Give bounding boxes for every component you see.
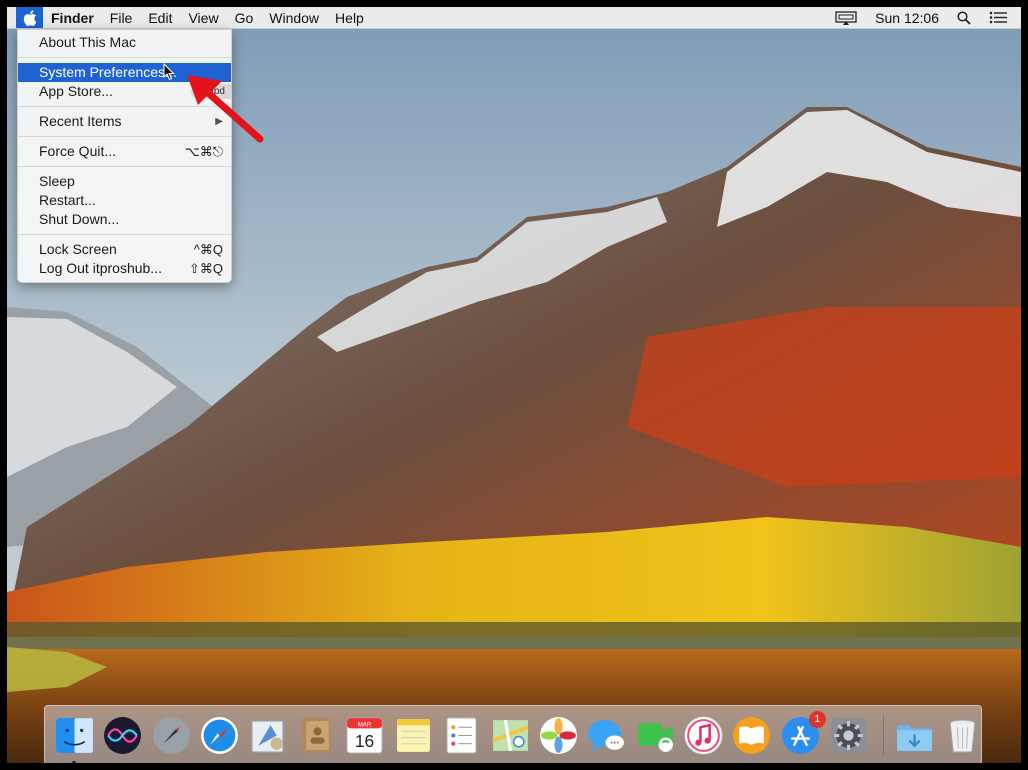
- menu-item-sleep[interactable]: Sleep: [18, 172, 231, 191]
- menu-view[interactable]: View: [180, 7, 226, 28]
- dock-item-messages[interactable]: [586, 715, 627, 756]
- app-menu-finder[interactable]: Finder: [43, 7, 102, 28]
- dock-item-notes[interactable]: [393, 715, 434, 756]
- menu-item-label: Force Quit...: [39, 143, 117, 159]
- shortcut-label: ^⌘Q: [193, 242, 223, 257]
- menu-bar: Finder File Edit View Go Window Help Sun…: [7, 7, 1021, 29]
- dock-item-photos[interactable]: [538, 715, 579, 756]
- siri-icon: [104, 716, 142, 754]
- facetime-icon: [637, 722, 673, 752]
- dock-item-app-store[interactable]: 1: [780, 710, 826, 756]
- dock-item-downloads[interactable]: [894, 715, 935, 756]
- messages-icon: [588, 719, 625, 752]
- menu-window[interactable]: Window: [261, 7, 327, 28]
- contacts-icon: [302, 717, 331, 753]
- menu-item-lock-screen[interactable]: Lock Screen ^⌘Q: [18, 240, 231, 259]
- photos-icon: [539, 716, 577, 754]
- menu-help[interactable]: Help: [327, 7, 372, 28]
- menu-go[interactable]: Go: [227, 7, 262, 28]
- system-preferences-icon: [831, 717, 867, 753]
- dock-item-finder[interactable]: [54, 715, 95, 763]
- desktop[interactable]: Finder File Edit View Go Window Help Sun…: [7, 7, 1021, 763]
- menu-edit[interactable]: Edit: [140, 7, 180, 28]
- dock-item-system-preferences[interactable]: [828, 715, 869, 756]
- notes-icon: [396, 718, 430, 752]
- dock-item-maps[interactable]: [490, 715, 531, 756]
- dock-item-reminders[interactable]: [441, 715, 482, 756]
- menu-item-label: Log Out itproshub...: [39, 260, 162, 276]
- dock-item-contacts[interactable]: [296, 715, 337, 756]
- safari-icon: [201, 716, 239, 754]
- app-store-update-badge: 1: [808, 710, 826, 728]
- shortcut-label: ⇧⌘Q: [188, 261, 223, 276]
- maps-icon: [491, 719, 529, 751]
- menu-item-label: Restart...: [39, 192, 96, 208]
- calendar-icon: MAR 16: [347, 717, 383, 753]
- dock-item-ibooks[interactable]: [731, 715, 772, 756]
- dock-item-siri[interactable]: [102, 715, 143, 756]
- menu-item-log-out[interactable]: Log Out itproshub... ⇧⌘Q: [18, 259, 231, 278]
- menu-separator: [18, 234, 231, 235]
- menu-file[interactable]: File: [102, 7, 141, 28]
- apple-menu-button[interactable]: [16, 7, 43, 28]
- dock-item-trash[interactable]: [942, 715, 983, 756]
- apple-icon: [23, 9, 36, 26]
- mouse-cursor-icon: [163, 63, 175, 81]
- menu-item-label: Sleep: [39, 173, 75, 189]
- notification-center-icon[interactable]: [980, 7, 1021, 28]
- launchpad-icon: [152, 716, 190, 754]
- dock-separator: [882, 714, 884, 756]
- trash-icon: [949, 719, 976, 752]
- running-indicator: [72, 760, 76, 763]
- itunes-icon: [684, 716, 723, 754]
- calendar-month: MAR: [358, 721, 372, 728]
- menu-item-label: Lock Screen: [39, 241, 117, 257]
- ibooks-icon: [733, 716, 771, 754]
- menu-item-label: Recent Items: [39, 113, 122, 129]
- dock: MAR 16 1: [44, 705, 982, 763]
- finder-icon: [56, 717, 93, 753]
- dock-item-calendar[interactable]: MAR 16: [344, 715, 385, 756]
- menu-item-restart[interactable]: Restart...: [18, 191, 231, 210]
- menu-separator: [18, 166, 231, 167]
- dock-item-launchpad[interactable]: [151, 715, 192, 756]
- menubar-clock[interactable]: Sun 12:06: [866, 7, 948, 28]
- menu-item-label: System Preferences...: [39, 64, 177, 80]
- downloads-folder-icon: [896, 724, 932, 751]
- dock-item-safari[interactable]: [199, 715, 240, 756]
- menu-item-shut-down[interactable]: Shut Down...: [18, 210, 231, 229]
- menu-item-label: Shut Down...: [39, 211, 120, 227]
- airplay-display-icon[interactable]: [826, 7, 866, 28]
- menu-item-label: About This Mac: [39, 34, 137, 50]
- reminders-icon: [446, 717, 477, 753]
- mail-icon: [251, 720, 283, 752]
- spotlight-search-icon[interactable]: [948, 7, 980, 28]
- menu-separator: [18, 57, 231, 58]
- annotation-arrow-icon: [187, 75, 264, 143]
- menu-item-label: App Store...: [39, 83, 113, 99]
- dock-item-facetime[interactable]: [635, 715, 676, 756]
- dock-item-itunes[interactable]: [683, 715, 724, 756]
- dock-item-mail[interactable]: [248, 715, 289, 756]
- menu-item-about-this-mac[interactable]: About This Mac: [18, 33, 231, 52]
- calendar-day: 16: [355, 730, 374, 750]
